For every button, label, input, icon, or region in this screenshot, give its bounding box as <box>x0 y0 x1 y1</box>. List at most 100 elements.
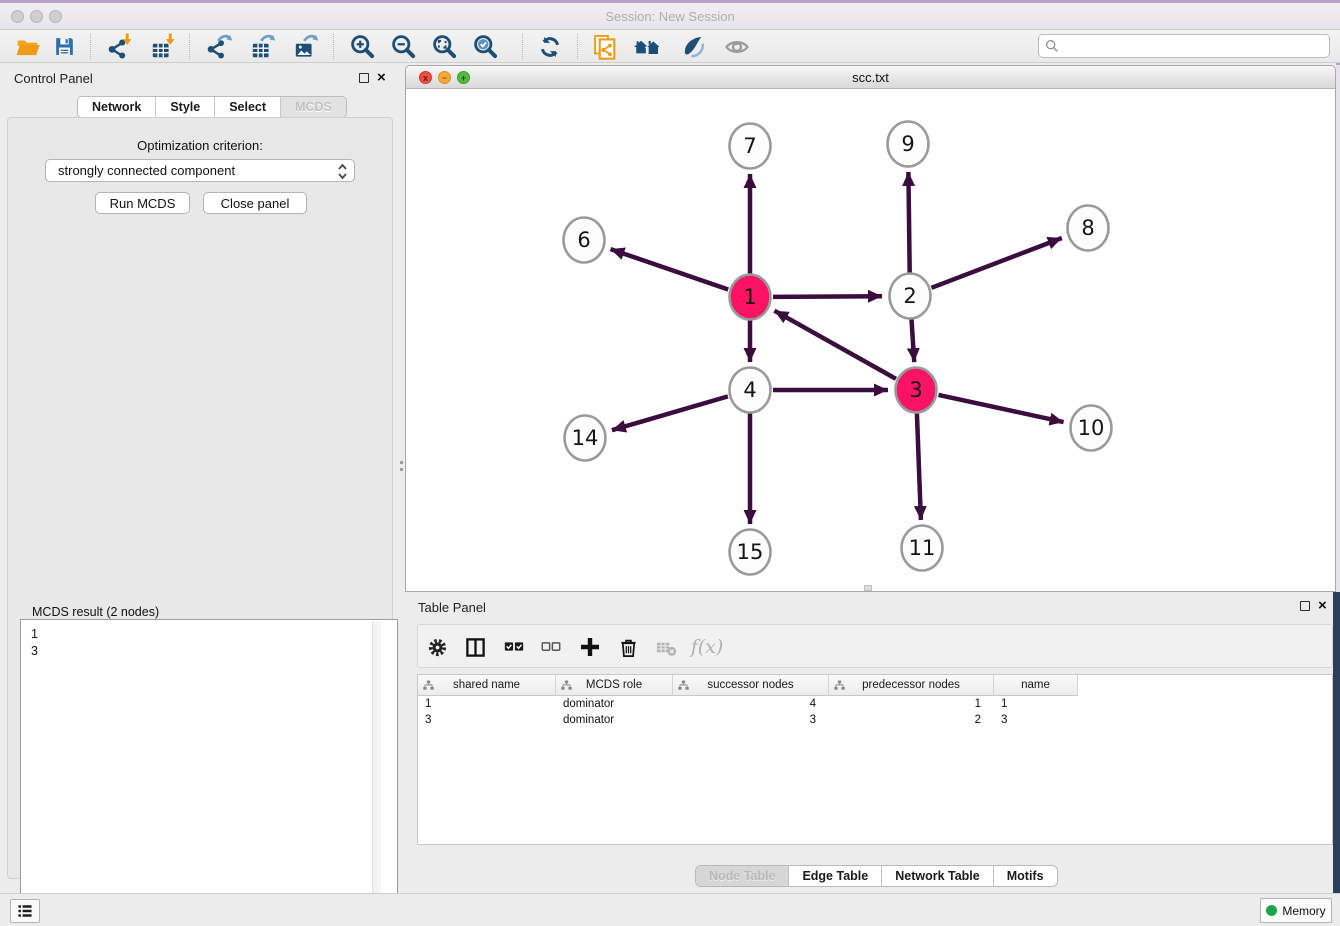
column-header-shared-name[interactable]: shared name <box>418 675 556 696</box>
search-input[interactable] <box>1063 39 1329 53</box>
network-window-titlebar[interactable]: x − + scc.txt <box>406 66 1335 89</box>
table-panel-title: Table Panel <box>418 600 486 615</box>
delete-column-button[interactable] <box>613 633 643 661</box>
network-from-document-button[interactable] <box>588 32 622 61</box>
window-title: Session: New Session <box>0 9 1340 24</box>
deselect-all-columns-button[interactable] <box>536 633 566 661</box>
column-header-successor-nodes[interactable]: successor nodes <box>673 675 829 696</box>
toolbar-separator <box>90 34 91 59</box>
mcds-panel: Optimization criterion: strongly connect… <box>7 117 393 879</box>
network-edge-3-10[interactable] <box>939 395 1064 422</box>
zoom-fit-button[interactable] <box>427 32 461 61</box>
table-cell-successor-nodes[interactable]: 4 <box>673 696 829 712</box>
table-cell-name[interactable]: 3 <box>994 712 1078 728</box>
network-edge-3-11[interactable] <box>917 413 921 520</box>
network-node-6[interactable]: 6 <box>564 218 605 263</box>
hierarchy-icon <box>561 680 572 691</box>
network-node-4[interactable]: 4 <box>730 368 771 413</box>
show-columns-button[interactable] <box>460 633 490 661</box>
create-column-button[interactable] <box>575 633 605 661</box>
table-tab-node-table[interactable]: Node Table <box>696 866 789 886</box>
network-node-11[interactable]: 11 <box>902 526 943 571</box>
panel-splitter-handle[interactable] <box>400 461 403 475</box>
table-cell-shared-name[interactable]: 3 <box>418 712 556 728</box>
network-node-14[interactable]: 14 <box>565 416 606 461</box>
table-panel-float-icon[interactable] <box>1300 601 1310 611</box>
export-table-button[interactable] <box>246 32 280 61</box>
search-field[interactable] <box>1038 34 1330 58</box>
control-tab-network[interactable]: Network <box>78 97 156 117</box>
memory-button[interactable]: Memory <box>1260 898 1332 923</box>
network-edge-2-9[interactable] <box>908 172 909 273</box>
table-row[interactable]: 1dominator411 <box>418 696 1332 712</box>
criterion-dropdown[interactable]: strongly connected component <box>45 159 355 182</box>
network-node-8[interactable]: 8 <box>1068 206 1109 251</box>
run-mcds-button[interactable]: Run MCDS <box>95 192 190 214</box>
network-node-7[interactable]: 7 <box>730 124 771 169</box>
table-cell-name[interactable]: 1 <box>994 696 1078 712</box>
network-node-9[interactable]: 9 <box>888 122 929 167</box>
network-edge-2-8[interactable] <box>932 238 1062 288</box>
control-tab-style[interactable]: Style <box>156 97 215 117</box>
control-tab-select[interactable]: Select <box>215 97 281 117</box>
table-cell-predecessor-nodes[interactable]: 2 <box>829 712 994 728</box>
table-tab-edge-table[interactable]: Edge Table <box>789 866 882 886</box>
network-edge-1-2[interactable] <box>773 296 882 297</box>
column-header-mcds-role[interactable]: MCDS role <box>556 675 673 696</box>
network-edge-1-6[interactable] <box>611 249 729 289</box>
network-resize-grip[interactable] <box>864 585 872 591</box>
zoom-out-icon <box>390 33 417 60</box>
network-canvas[interactable]: 1 2 3 4 6 7 8 9 10 11 14 15 <box>406 89 1335 591</box>
svg-text:2: 2 <box>903 284 916 308</box>
mcds-result-box[interactable]: 13 <box>20 619 398 926</box>
unchecked-boxes-icon <box>540 636 562 658</box>
home-first-neighbors-button[interactable] <box>631 32 665 61</box>
hierarchy-icon <box>423 680 434 691</box>
table-cell-mcds-role[interactable]: dominator <box>556 696 673 712</box>
save-session-button[interactable] <box>47 32 81 61</box>
network-node-2[interactable]: 2 <box>890 274 931 319</box>
network-edge-3-1[interactable] <box>774 311 896 379</box>
select-all-columns-button[interactable] <box>499 633 529 661</box>
network-edge-4-14[interactable] <box>612 396 728 430</box>
network-node-1[interactable]: 1 <box>730 275 771 320</box>
import-network-button[interactable] <box>103 32 137 61</box>
result-scrollbar[interactable] <box>372 621 381 926</box>
table-cell-mcds-role[interactable]: dominator <box>556 712 673 728</box>
close-panel-button[interactable]: Close panel <box>203 192 307 214</box>
column-header-predecessor-nodes[interactable]: predecessor nodes <box>829 675 994 696</box>
network-node-15[interactable]: 15 <box>730 530 771 575</box>
table-panel-close-icon[interactable]: × <box>1318 600 1327 612</box>
zoom-out-button[interactable] <box>386 32 420 61</box>
table-tab-network-table[interactable]: Network Table <box>882 866 994 886</box>
zoom-in-button[interactable] <box>345 32 379 61</box>
column-header-name[interactable]: name <box>994 675 1078 696</box>
table-settings-button[interactable] <box>422 633 452 661</box>
control-panel-float-icon[interactable] <box>359 73 369 83</box>
export-image-button[interactable] <box>289 32 323 61</box>
control-panel-close-icon[interactable]: × <box>377 72 386 84</box>
task-history-button[interactable] <box>10 899 40 923</box>
import-table-button[interactable] <box>146 32 180 61</box>
eye-icon <box>723 33 751 61</box>
eye-button[interactable] <box>720 32 754 61</box>
zoom-selected-button[interactable] <box>468 32 502 61</box>
zoom-selected-icon <box>472 33 499 60</box>
svg-text:14: 14 <box>572 426 599 450</box>
open-session-button[interactable] <box>11 32 45 61</box>
control-tab-mcds[interactable]: MCDS <box>281 97 346 117</box>
table-tab-motifs[interactable]: Motifs <box>994 866 1057 886</box>
table-row[interactable]: 3dominator323 <box>418 712 1332 728</box>
memory-status-icon <box>1266 905 1277 916</box>
table-cell-successor-nodes[interactable]: 3 <box>673 712 829 728</box>
refresh-button[interactable] <box>533 32 567 61</box>
network-node-10[interactable]: 10 <box>1071 406 1112 451</box>
svg-text:11: 11 <box>909 536 936 560</box>
table-cell-shared-name[interactable]: 1 <box>418 696 556 712</box>
table-cell-predecessor-nodes[interactable]: 1 <box>829 696 994 712</box>
network-edge-2-3[interactable] <box>912 319 915 362</box>
network-node-3[interactable]: 3 <box>896 368 937 413</box>
show-graphics-details-button[interactable] <box>675 32 709 61</box>
home-icon <box>633 32 663 62</box>
export-network-button[interactable] <box>203 32 237 61</box>
